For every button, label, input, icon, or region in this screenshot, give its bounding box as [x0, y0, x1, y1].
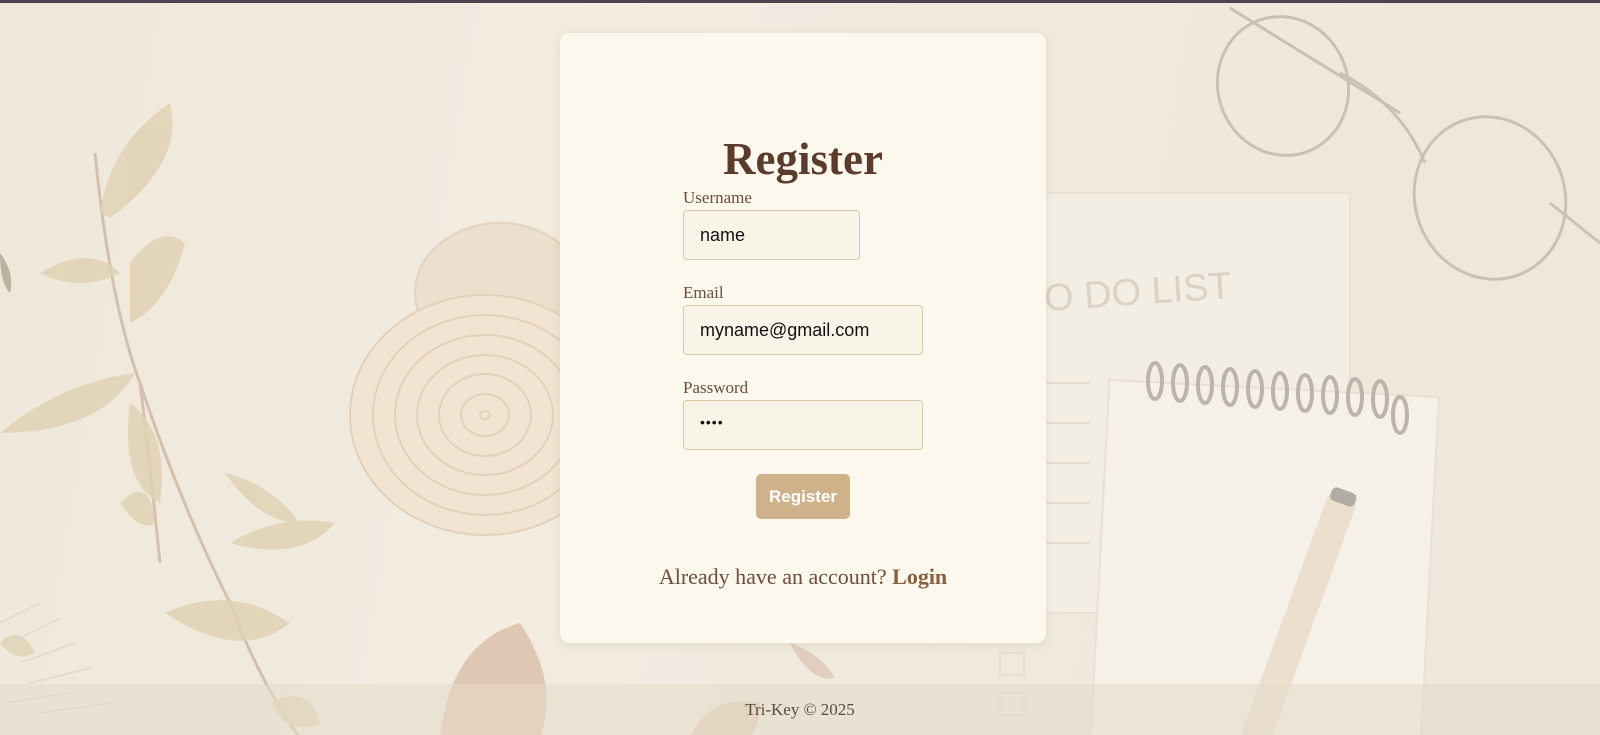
password-mask: •••• — [700, 414, 724, 430]
register-button[interactable]: Register — [756, 474, 850, 519]
username-label: Username — [683, 188, 752, 207]
footer-copyright: Tri-Key © 2025 — [745, 700, 855, 719]
password-input[interactable]: •••• — [683, 400, 923, 450]
register-card: Register Username Email Password •••• Re… — [560, 33, 1046, 643]
username-input[interactable] — [683, 210, 860, 260]
email-label: Email — [683, 283, 724, 302]
login-link[interactable]: Login — [892, 564, 947, 589]
page-title: Register — [723, 134, 883, 184]
login-prompt-text: Already have an account? — [658, 564, 887, 589]
email-input[interactable] — [683, 305, 923, 355]
login-prompt: Already have an account? Login — [560, 564, 1046, 590]
password-label: Password — [683, 378, 749, 397]
footer: Tri-Key © 2025 — [0, 684, 1600, 735]
